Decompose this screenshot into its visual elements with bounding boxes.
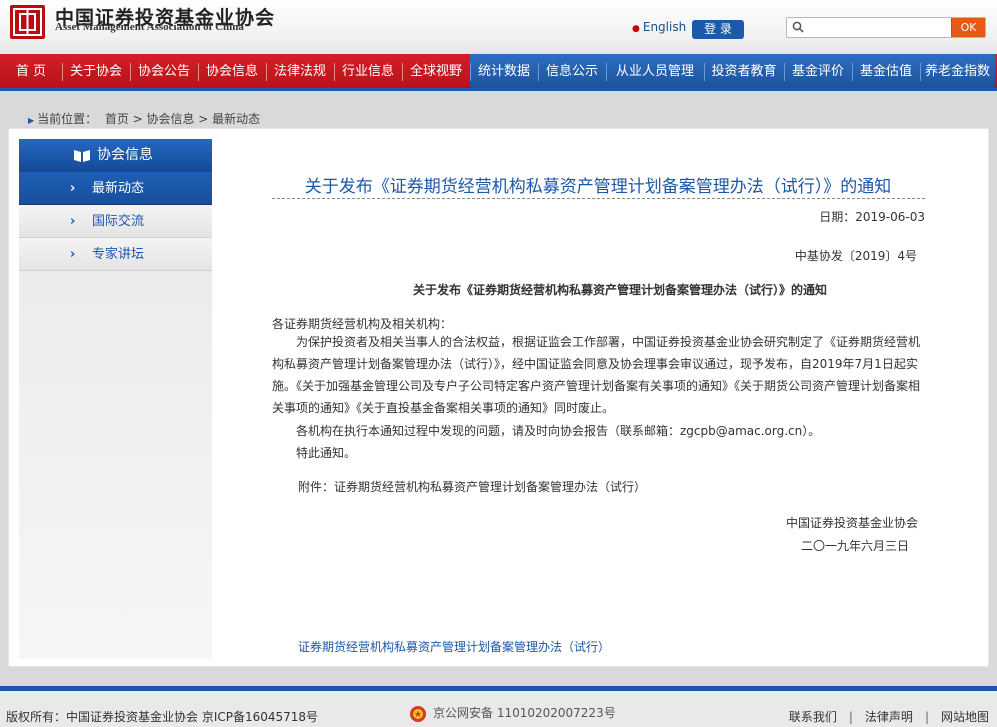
- main-nav: 首 页关于协会 协会公告 协会信息 法律法规 行业信息 全球视野 统计数据 信息公示 从业人员管…: [0, 54, 997, 91]
- body-paragraph-3: 特此通知。: [296, 446, 357, 460]
- sidebar: 协会信息 › 最新动态 › 国际交流 › 专家讲坛: [19, 139, 212, 659]
- nav-item-13[interactable]: 养老金指数: [920, 54, 995, 88]
- site-footer: 版权所有：中国证券投资基金业协会 京ICP备16045718号 京公网安备 11…: [0, 691, 997, 727]
- nav-item-0[interactable]: 首 页: [0, 54, 62, 88]
- breadcrumb-path[interactable]: 首页 > 协会信息 > 最新动态: [105, 112, 260, 126]
- salutation: 各证券期货经营机构及相关机构：: [272, 317, 453, 331]
- signature-org: 中国证券投资基金业协会: [785, 516, 918, 530]
- search-input[interactable]: [809, 19, 949, 36]
- nav-item-9[interactable]: 从业人员管理: [606, 54, 704, 88]
- bullet-icon: ●: [632, 24, 640, 34]
- footer-links: 联系我们 | 法律声明 | 网站地图: [789, 708, 989, 725]
- nav-item-10[interactable]: 投资者教育: [704, 54, 784, 88]
- english-link-label: English: [642, 20, 687, 34]
- footer-separator: |: [848, 710, 853, 724]
- attachment-link[interactable]: 证券期货经营机构私募资产管理计划备案管理办法（试行）: [298, 638, 610, 655]
- footer-separator: |: [924, 710, 929, 724]
- login-button[interactable]: 登 录: [692, 20, 744, 39]
- chevron-right-icon: ›: [70, 247, 76, 262]
- article-title: 关于发布《证券期货经营机构私募资产管理计划备案管理办法（试行）》的通知: [304, 177, 892, 197]
- nav-item-3[interactable]: 协会信息: [198, 54, 266, 88]
- nav-item-12[interactable]: 基金估值: [852, 54, 920, 88]
- site-header: 中国证券投资基金业协会 Asset Management Association…: [0, 0, 997, 54]
- logo-icon[interactable]: [10, 5, 45, 39]
- body-paragraph-1: 为保护投资者及相关当事人的合法权益，根据证监会工作部署，中国证券投资基金业协会研…: [272, 335, 921, 415]
- nav-item-8[interactable]: 信息公示: [538, 54, 606, 88]
- english-link[interactable]: ● English: [632, 20, 686, 34]
- police-record-text: 京公网安备 11010202007223号: [433, 706, 616, 720]
- breadcrumb-label: 当前位置：: [37, 112, 98, 126]
- sidebar-item-label: 最新动态: [92, 181, 145, 196]
- contact-us-link[interactable]: 联系我们: [789, 710, 837, 724]
- breadcrumb: ▶ 当前位置： 首页 > 协会信息 > 最新动态: [28, 110, 260, 127]
- nav-item-11[interactable]: 基金评价: [784, 54, 852, 88]
- nav-item-5[interactable]: 行业信息: [334, 54, 402, 88]
- signature-date: 二〇一九年六月三日: [800, 539, 909, 553]
- search-box: OK: [786, 17, 986, 38]
- legal-notice-link[interactable]: 法律声明: [865, 710, 913, 724]
- sidebar-item-1[interactable]: › 国际交流: [19, 205, 212, 238]
- sidebar-item-label: 国际交流: [92, 214, 145, 229]
- chevron-right-icon: ›: [70, 181, 76, 196]
- site-map-link[interactable]: 网站地图: [941, 710, 989, 724]
- copyright-text: 版权所有：中国证券投资基金业协会 京ICP备16045718号: [6, 710, 319, 724]
- sidebar-item-label: 专家讲坛: [92, 247, 145, 262]
- search-button[interactable]: OK: [951, 18, 985, 37]
- nav-item-2[interactable]: 协会公告: [130, 54, 198, 88]
- sidebar-header-label: 协会信息: [97, 147, 153, 163]
- sidebar-item-2[interactable]: › 专家讲坛: [19, 238, 212, 271]
- police-record[interactable]: 京公网安备 11010202007223号: [409, 704, 616, 723]
- title-divider: [272, 198, 925, 199]
- nav-item-1[interactable]: 关于协会: [62, 54, 130, 88]
- sidebar-header: 协会信息: [19, 139, 212, 172]
- nav-item-4[interactable]: 法律法规: [266, 54, 334, 88]
- attachment-note: 附件：证券期货经营机构私募资产管理计划备案管理办法（试行）: [298, 480, 647, 494]
- police-badge-icon: [410, 705, 426, 722]
- sidebar-item-0[interactable]: › 最新动态: [19, 172, 212, 205]
- body-paragraph-2: 各机构在执行本通知过程中发现的问题，请及时向协会报告（联系邮箱：zgcpb@am…: [296, 424, 821, 438]
- search-icon: [792, 21, 804, 33]
- nav-item-6[interactable]: 全球视野: [402, 54, 470, 88]
- logo-english-name[interactable]: Asset Management Association of China: [55, 21, 244, 33]
- article-date: 日期：2019-06-03: [819, 210, 925, 224]
- notice-heading: 关于发布《证券期货经营机构私募资产管理计划备案管理办法（试行）》的通知: [412, 283, 827, 297]
- nav-item-7[interactable]: 统计数据: [470, 54, 538, 88]
- chevron-right-icon: ›: [70, 214, 76, 229]
- breadcrumb-arrow-icon: ▶: [28, 116, 35, 125]
- book-icon: [74, 150, 90, 162]
- document-number: 中基协发〔2019〕4号: [794, 249, 917, 263]
